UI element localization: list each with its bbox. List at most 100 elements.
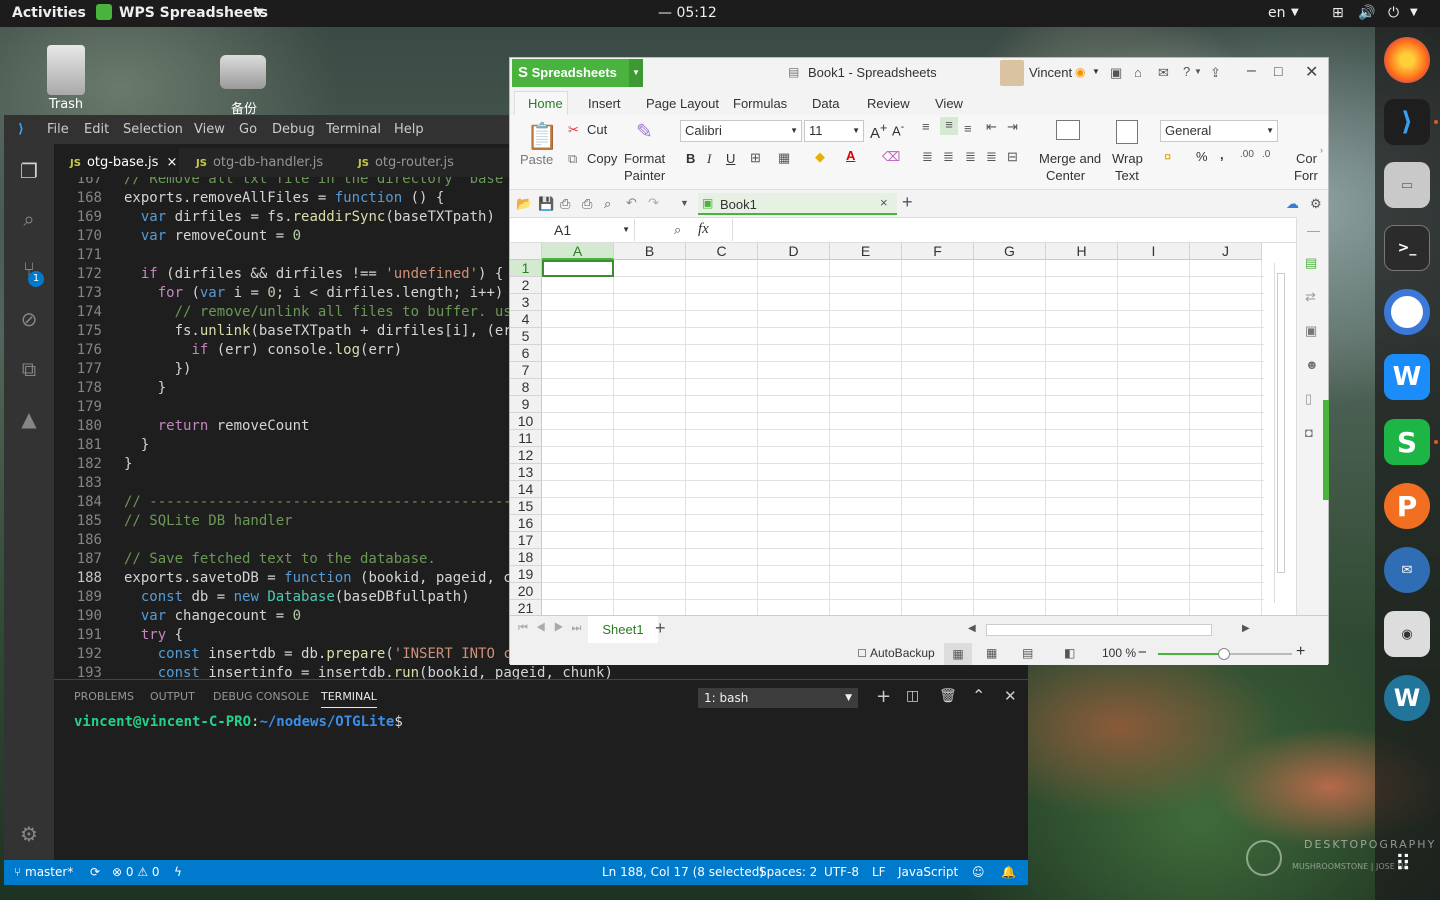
align-center-icon[interactable]: ≣ bbox=[943, 149, 954, 165]
wps-presentation-icon[interactable]: P bbox=[1384, 483, 1430, 529]
settings-gear-icon[interactable]: ⚙ bbox=[16, 821, 42, 847]
print-preview-icon[interactable]: ⌕ bbox=[604, 196, 611, 212]
code-line[interactable]: } bbox=[124, 380, 166, 396]
row-header[interactable]: 6 bbox=[510, 345, 542, 362]
column-header[interactable]: C bbox=[686, 243, 758, 260]
align-middle-icon[interactable]: ≡ bbox=[940, 117, 958, 135]
active-cell[interactable] bbox=[542, 260, 614, 277]
clear-format-icon[interactable]: ⌫ bbox=[882, 149, 900, 165]
terminal-prompt[interactable]: vincent@vincent-C-PRO:~/nodews/OTGLite$ bbox=[74, 714, 403, 730]
code-line[interactable]: fs.unlink(baseTXTpath + dirfiles[i], (er bbox=[124, 323, 512, 339]
horizontal-scrollbar[interactable] bbox=[986, 624, 1212, 636]
eol-status[interactable]: LF bbox=[872, 865, 886, 879]
chat-icon[interactable]: ✉ bbox=[1158, 65, 1169, 81]
volume-icon[interactable]: 🔊 bbox=[1358, 5, 1375, 21]
row-header[interactable]: 8 bbox=[510, 379, 542, 396]
copy-button[interactable]: Copy bbox=[587, 151, 617, 166]
align-left-icon[interactable]: ≣ bbox=[922, 149, 933, 165]
print-icon[interactable]: ⎙ bbox=[582, 196, 592, 212]
formula-input[interactable] bbox=[732, 219, 1272, 241]
distributed-icon[interactable]: ⊟ bbox=[1007, 149, 1018, 165]
name-box[interactable]: A1 ▼ bbox=[510, 219, 635, 241]
code-line[interactable]: } bbox=[124, 437, 149, 453]
align-top-icon[interactable]: ≡ bbox=[922, 119, 930, 134]
share-icon[interactable]: ⇪ bbox=[1210, 65, 1221, 81]
bell-icon[interactable]: 🔔 bbox=[1001, 865, 1016, 879]
normal-view-icon[interactable]: ▦ bbox=[944, 643, 972, 665]
font-color-icon[interactable]: A bbox=[846, 148, 855, 163]
minimize-icon[interactable]: – bbox=[1247, 62, 1256, 80]
column-header[interactable]: I bbox=[1118, 243, 1190, 260]
clock[interactable]: — 05:12 bbox=[658, 5, 717, 21]
settings-icon[interactable]: ⚙ bbox=[1310, 196, 1322, 212]
row-header[interactable]: 7 bbox=[510, 362, 542, 379]
camera-icon[interactable]: ◉ bbox=[1384, 611, 1430, 657]
select-icon[interactable]: ⇄ bbox=[1305, 289, 1316, 305]
tab-data[interactable]: Data bbox=[812, 96, 839, 111]
conditional-format-label-1[interactable]: Cor bbox=[1296, 151, 1317, 166]
menu-help[interactable]: Help bbox=[394, 122, 424, 137]
trash-label[interactable]: Trash bbox=[30, 97, 102, 112]
code-line[interactable]: exports.removeAllFiles = function () { bbox=[124, 190, 444, 206]
tab-problems[interactable]: PROBLEMS bbox=[74, 690, 134, 703]
firefox-icon[interactable] bbox=[1384, 37, 1430, 83]
row-header[interactable]: 12 bbox=[510, 447, 542, 464]
chromium-icon[interactable] bbox=[1384, 289, 1430, 335]
font-size-select[interactable]: 11 ▼ bbox=[804, 120, 864, 142]
column-header[interactable]: A bbox=[542, 243, 614, 260]
align-bottom-icon[interactable]: ≡ bbox=[964, 121, 972, 136]
code-line[interactable]: // remove/unlink all files to buffer. us bbox=[124, 304, 512, 320]
row-header[interactable]: 2 bbox=[510, 277, 542, 294]
font-family-select[interactable]: Calibri ▼ bbox=[680, 120, 802, 142]
code-line[interactable]: // Save fetched text to the database. bbox=[124, 551, 436, 567]
code-line[interactable]: var changecount = 0 bbox=[124, 608, 301, 624]
page-break-view-icon[interactable]: ▦ bbox=[986, 646, 997, 660]
tab-insert[interactable]: Insert bbox=[588, 96, 621, 111]
indentation-status[interactable]: Spaces: 2 bbox=[759, 865, 817, 879]
borders-icon[interactable]: ⊞ bbox=[750, 150, 761, 166]
code-line[interactable]: const db = new Database(baseDBfullpath) bbox=[124, 589, 470, 605]
extensions-icon[interactable]: ⧉ bbox=[16, 356, 42, 382]
scroll-left-icon[interactable]: ◀ bbox=[968, 623, 976, 634]
tab-debug-console[interactable]: DEBUG CONSOLE bbox=[213, 690, 309, 703]
tab-home[interactable]: Home bbox=[528, 96, 563, 111]
tab-otg-base[interactable]: JS otg-base.js × bbox=[54, 148, 179, 177]
row-header[interactable]: 18 bbox=[510, 549, 542, 566]
side-panel-handle[interactable] bbox=[1323, 400, 1329, 500]
lightning-icon[interactable]: ϟ bbox=[174, 865, 182, 879]
split-terminal-icon[interactable]: ◫ bbox=[906, 688, 919, 704]
code-line[interactable]: if (err) console.log(err) bbox=[124, 342, 402, 358]
row-header[interactable]: 11 bbox=[510, 430, 542, 447]
spreadsheet-grid[interactable]: A B C D E F G H I J 1 2 3 4 5 6 7 8 9 10 11 12 13 14 15 16 17 18 19 2… bbox=[510, 243, 1328, 617]
close-panel-icon[interactable]: ✕ bbox=[1004, 687, 1017, 705]
cut-button[interactable]: Cut bbox=[587, 122, 607, 137]
close-icon[interactable]: × bbox=[880, 195, 888, 210]
tab-terminal[interactable]: TERMINAL bbox=[321, 690, 377, 708]
autobackup-label[interactable]: AutoBackup bbox=[870, 646, 935, 660]
autobackup-checkbox[interactable] bbox=[858, 649, 866, 657]
number-format-select[interactable]: General ▼ bbox=[1160, 120, 1278, 142]
merge-label-2[interactable]: Center bbox=[1046, 168, 1085, 183]
cell-style-icon[interactable]: ▦ bbox=[778, 150, 790, 166]
copy-icon[interactable]: ⧉ bbox=[568, 151, 577, 167]
row-header[interactable]: 19 bbox=[510, 566, 542, 583]
skin-icon[interactable]: ▣ bbox=[1110, 65, 1122, 81]
vscode-icon[interactable]: ⟩ bbox=[1384, 99, 1430, 145]
menu-debug[interactable]: Debug bbox=[272, 122, 315, 137]
code-line[interactable]: var dirfiles = fs.readdirSync(baseTXTpat… bbox=[124, 209, 495, 225]
maximize-panel-icon[interactable]: ⌃ bbox=[972, 686, 985, 705]
code-line[interactable]: const insertinfo = insertdb.run(bookid, … bbox=[124, 665, 613, 679]
code-line[interactable]: exports.savetoDB = function (bookid, pag… bbox=[124, 570, 512, 586]
menu-edit[interactable]: Edit bbox=[84, 122, 109, 137]
column-header[interactable]: B bbox=[614, 243, 686, 260]
row-header[interactable]: 3 bbox=[510, 294, 542, 311]
paste-icon[interactable]: 📋 bbox=[526, 121, 558, 152]
code-line[interactable]: // -------------------------------------… bbox=[124, 494, 520, 510]
avatar[interactable] bbox=[1000, 60, 1024, 86]
italic-button[interactable]: I bbox=[707, 151, 711, 167]
open-icon[interactable]: 📂 bbox=[516, 196, 532, 212]
drive-icon[interactable] bbox=[220, 55, 266, 89]
encoding-status[interactable]: UTF-8 bbox=[824, 865, 859, 879]
people-icon[interactable]: ☻ bbox=[1305, 357, 1319, 372]
row-header[interactable]: 15 bbox=[510, 498, 542, 515]
